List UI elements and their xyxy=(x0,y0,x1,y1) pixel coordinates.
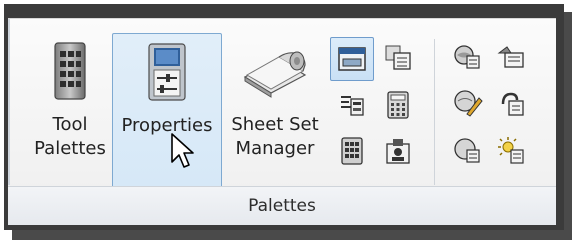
sheet-set-manager-button[interactable]: Sheet Set Manager xyxy=(222,33,328,187)
dbconnect-icon[interactable] xyxy=(448,37,488,77)
properties-label: Properties xyxy=(121,115,213,136)
tool-palettes-button[interactable]: Tool Palettes xyxy=(30,33,110,187)
hyperlink-icon[interactable] xyxy=(492,83,532,123)
calculator-icon[interactable] xyxy=(378,85,418,125)
panel-title: Palettes xyxy=(248,196,316,216)
properties-button[interactable]: Properties xyxy=(112,33,222,189)
sheet-set-icon xyxy=(243,51,307,98)
ribbon-panel: Tool Palettes Properties Sheet Set Manag… xyxy=(8,18,556,225)
render-icon[interactable] xyxy=(448,131,488,171)
layer-manager-icon[interactable] xyxy=(492,37,532,77)
properties-icon xyxy=(148,43,186,101)
design-center-icon[interactable] xyxy=(330,37,374,81)
attribute-icon[interactable] xyxy=(332,85,372,125)
layer-states-icon[interactable] xyxy=(378,37,418,77)
tool-palettes-label: Tool Palettes xyxy=(34,114,106,159)
markup-icon[interactable] xyxy=(378,131,418,171)
light-icon[interactable] xyxy=(492,131,532,171)
panel-footer: Palettes xyxy=(8,186,556,225)
panel-separator xyxy=(434,39,435,185)
mouse-pointer-icon xyxy=(171,133,194,168)
sheet-set-manager-label: Sheet Set Manager xyxy=(231,114,319,159)
tool-palette-grid-icon[interactable] xyxy=(332,131,372,171)
edit-pencil-icon[interactable] xyxy=(448,83,488,123)
panel-edge xyxy=(8,19,10,185)
tool-palettes-icon xyxy=(54,42,86,100)
